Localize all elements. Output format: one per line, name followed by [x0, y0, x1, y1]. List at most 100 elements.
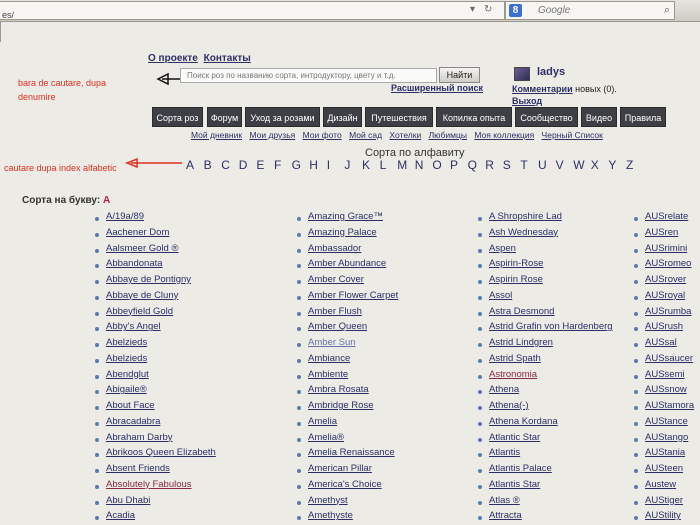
letter-link-u[interactable]: U [538, 158, 547, 172]
submenu-blacklist[interactable]: Черный Список [542, 130, 603, 140]
variety-link[interactable]: Ambridge Rose [297, 400, 398, 416]
variety-link[interactable]: AUSren [634, 227, 694, 243]
variety-link[interactable]: AUStility [634, 510, 694, 525]
letter-link-a[interactable]: A [186, 158, 194, 172]
letter-link-k[interactable]: K [362, 158, 370, 172]
letter-link-b[interactable]: B [204, 158, 212, 172]
variety-link[interactable]: Amber Flush [297, 306, 398, 322]
variety-link[interactable]: AUStiger [634, 495, 694, 511]
variety-link[interactable]: Abracadabra [95, 416, 216, 432]
submenu-wishlist[interactable]: Хотелки [389, 130, 421, 140]
variety-link[interactable]: Aalsmeer Gold ® [95, 243, 216, 259]
variety-link[interactable]: Austew [634, 479, 694, 495]
submenu-my-garden[interactable]: Мой сад [349, 130, 382, 140]
variety-link[interactable]: Abbandonata [95, 258, 216, 274]
letter-link-q[interactable]: Q [468, 158, 477, 172]
variety-link[interactable]: Aspen [478, 243, 613, 259]
variety-link[interactable]: Amber Abundance [297, 258, 398, 274]
submenu-favorites[interactable]: Любимцы [429, 130, 467, 140]
variety-link[interactable]: Astrid Spath [478, 353, 613, 369]
variety-link[interactable]: Ambra Rosata [297, 384, 398, 400]
menu-experience[interactable]: Копилка опыта [436, 107, 512, 127]
variety-link[interactable]: Ash Wednesday [478, 227, 613, 243]
variety-link[interactable]: Ambiente [297, 369, 398, 385]
variety-link[interactable]: AUSsnow [634, 384, 694, 400]
variety-link[interactable]: Abelzieds [95, 337, 216, 353]
menu-community[interactable]: Сообщество [515, 107, 578, 127]
letter-link-l[interactable]: L [380, 158, 387, 172]
variety-link[interactable]: Abraham Darby [95, 432, 216, 448]
letter-link-e[interactable]: E [256, 158, 264, 172]
letter-link-g[interactable]: G [292, 158, 301, 172]
menu-design[interactable]: Дизайн [323, 107, 362, 127]
variety-link[interactable]: Atlantic Star [478, 432, 613, 448]
letter-link-z[interactable]: Z [626, 158, 633, 172]
letter-link-n[interactable]: N [415, 158, 424, 172]
menu-rose-care[interactable]: Уход за розами [245, 107, 320, 127]
variety-link[interactable]: Amber Flower Carpet [297, 290, 398, 306]
variety-link[interactable]: AUStamora [634, 400, 694, 416]
variety-link[interactable]: Astra Desmond [478, 306, 613, 322]
variety-link[interactable]: Abbaye de Pontigny [95, 274, 216, 290]
variety-link[interactable]: AUStania [634, 447, 694, 463]
variety-link[interactable]: Athena(-) [478, 400, 613, 416]
variety-link[interactable]: AUSsemi [634, 369, 694, 385]
variety-link[interactable]: America's Choice [297, 479, 398, 495]
variety-link[interactable]: Abigaile® [95, 384, 216, 400]
letter-link-o[interactable]: O [432, 158, 441, 172]
variety-link[interactable]: About Face [95, 400, 216, 416]
find-button[interactable]: Найти [439, 67, 480, 83]
variety-link[interactable]: AUSrumba [634, 306, 694, 322]
variety-link[interactable]: Atlantis Palace [478, 463, 613, 479]
variety-link[interactable]: AUStango [634, 432, 694, 448]
variety-link[interactable]: Aspirin Rose [478, 274, 613, 290]
variety-link[interactable]: Ambiance [297, 353, 398, 369]
variety-link[interactable]: AUSrush [634, 321, 694, 337]
variety-link[interactable]: Abu Dhabi [95, 495, 216, 511]
variety-link[interactable]: Assol [478, 290, 613, 306]
variety-link[interactable]: AUSrimini [634, 243, 694, 259]
variety-link[interactable]: Amber Cover [297, 274, 398, 290]
variety-link[interactable]: Aachener Dom [95, 227, 216, 243]
variety-link[interactable]: Athena Kordana [478, 416, 613, 432]
variety-link[interactable]: Absent Friends [95, 463, 216, 479]
variety-link[interactable]: Amethyste [297, 510, 398, 525]
variety-link[interactable]: Amelia [297, 416, 398, 432]
variety-link[interactable]: Amelia® [297, 432, 398, 448]
letter-link-x[interactable]: X [591, 158, 599, 172]
letter-link-d[interactable]: D [239, 158, 248, 172]
variety-link[interactable]: A/19a/89 [95, 211, 216, 227]
menu-forum[interactable]: Форум [207, 107, 242, 127]
letter-link-c[interactable]: C [221, 158, 230, 172]
letter-link-h[interactable]: H [309, 158, 318, 172]
rose-search-input[interactable]: Поиск роз по названию сорта, интродуктор… [180, 68, 437, 83]
letter-link-j[interactable]: J [344, 158, 350, 172]
variety-link[interactable]: Atlas ® [478, 495, 613, 511]
letter-link-p[interactable]: P [450, 158, 458, 172]
submenu-my-photos[interactable]: Мои фото [303, 130, 342, 140]
variety-link[interactable]: Abbeyfield Gold [95, 306, 216, 322]
variety-link[interactable]: AUStance [634, 416, 694, 432]
variety-link[interactable]: Attracta [478, 510, 613, 525]
letter-link-t[interactable]: T [520, 158, 527, 172]
letter-link-v[interactable]: V [556, 158, 564, 172]
variety-link[interactable]: Abendglut [95, 369, 216, 385]
submenu-my-collection[interactable]: Моя коллекция [474, 130, 534, 140]
variety-link[interactable]: Atlantis [478, 447, 613, 463]
avatar[interactable] [514, 67, 530, 81]
variety-link[interactable]: Amber Queen [297, 321, 398, 337]
variety-link[interactable]: Aspirin-Rose [478, 258, 613, 274]
variety-link[interactable]: Amelia Renaissance [297, 447, 398, 463]
advanced-search-link[interactable]: Расширенный поиск [391, 83, 483, 93]
letter-link-w[interactable]: W [573, 158, 584, 172]
letter-link-f[interactable]: F [274, 158, 281, 172]
menu-travel[interactable]: Путешествия [365, 107, 433, 127]
variety-link[interactable]: AUSrover [634, 274, 694, 290]
variety-link[interactable]: Astronomia [478, 369, 613, 385]
variety-link[interactable]: Astrid Lindgren [478, 337, 613, 353]
variety-link[interactable]: AUSteen [634, 463, 694, 479]
username-link[interactable]: ladys [537, 66, 565, 78]
variety-link[interactable]: Abby's Angel [95, 321, 216, 337]
variety-link[interactable]: Amber Sun [297, 337, 398, 353]
variety-link[interactable]: Ambassador [297, 243, 398, 259]
